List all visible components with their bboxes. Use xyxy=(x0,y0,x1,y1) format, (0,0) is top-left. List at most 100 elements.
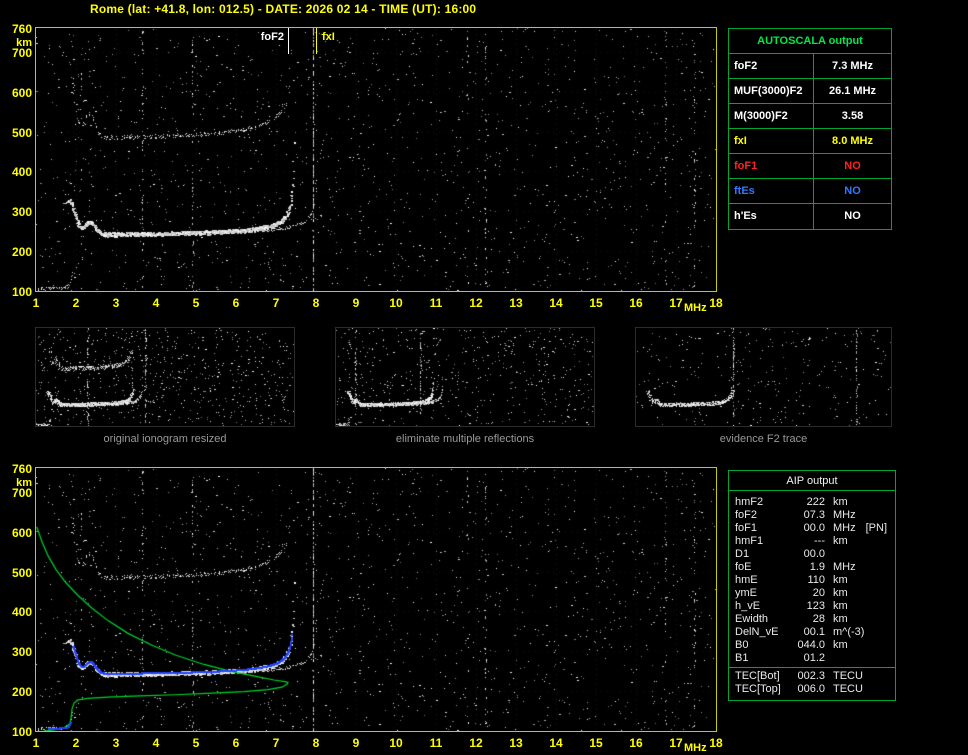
aip-value: 20 xyxy=(793,587,825,600)
x-tick-9-bottom: 9 xyxy=(345,736,367,750)
x-tick-11-top: 11 xyxy=(425,296,447,310)
thumbnail-evidence-f2 xyxy=(635,327,892,427)
autoscala-param-label: M(3000)F2 xyxy=(729,104,814,128)
x-tick-3-bottom: 3 xyxy=(105,736,127,750)
y-tick-400-top: 400 xyxy=(2,165,32,179)
aip-note: [PN] xyxy=(866,522,887,535)
x-tick-4-bottom: 4 xyxy=(145,736,167,750)
top-ionogram-canvas xyxy=(36,28,716,291)
aip-value: 28 xyxy=(793,613,825,626)
y-tick-200-top: 200 xyxy=(2,245,32,259)
x-tick-5-top: 5 xyxy=(185,296,207,310)
aip-label: D1 xyxy=(735,548,793,561)
aip-label: foF2 xyxy=(735,509,793,522)
aip-value: 1.9 xyxy=(793,561,825,574)
aip-value: 00.0 xyxy=(793,522,825,535)
autoscala-screen: Rome (lat: +41.8, lon: 012.5) - DATE: 20… xyxy=(0,0,968,755)
x-tick-12-top: 12 xyxy=(465,296,487,310)
x-tick-7-bottom: 7 xyxy=(265,736,287,750)
y-tick-300-top: 300 xyxy=(2,205,32,219)
x-tick-11-bottom: 11 xyxy=(425,736,447,750)
aip-value: 006.0 xyxy=(793,683,825,696)
aip-row-Ewidth: Ewidth28 km xyxy=(735,613,889,626)
aip-row-foF1: foF100.0 MHz [PN] xyxy=(735,522,889,535)
x-tick-15-top: 15 xyxy=(585,296,607,310)
x-tick-15-bottom: 15 xyxy=(585,736,607,750)
autoscala-row-h'Es: h'EsNO xyxy=(729,204,891,229)
fxi-marker-label: fxI xyxy=(322,31,335,43)
aip-unit: km xyxy=(833,613,848,626)
aip-row-D1: D100.0 xyxy=(735,548,889,561)
aip-label: foE xyxy=(735,561,793,574)
x-tick-2-bottom: 2 xyxy=(65,736,87,750)
y-axis-unit-bottom: km xyxy=(2,477,32,489)
x-tick-1-top: 1 xyxy=(25,296,47,310)
x-tick-13-bottom: 13 xyxy=(505,736,527,750)
aip-row-B1: B101.2 xyxy=(735,652,889,665)
autoscala-param-value: 7.3 MHz xyxy=(814,54,891,78)
x-tick-2-top: 2 xyxy=(65,296,87,310)
aip-row-hmF2: hmF2222km xyxy=(735,496,889,509)
tec-separator xyxy=(729,667,895,668)
autoscala-param-label: h'Es xyxy=(729,204,814,229)
x-tick-7-top: 7 xyxy=(265,296,287,310)
autoscala-param-label: ftEs xyxy=(729,179,814,203)
aip-row-hmF1: hmF1--- km xyxy=(735,535,889,548)
x-tick-6-bottom: 6 xyxy=(225,736,247,750)
autoscala-row-fxI: fxI8.0 MHz xyxy=(729,129,891,154)
aip-row-foF2: foF207.3MHz xyxy=(735,509,889,522)
autoscala-row-MUF(3000)F2: MUF(3000)F226.1 MHz xyxy=(729,79,891,104)
thumbnail-evidence-f2-canvas xyxy=(636,328,891,426)
x-tick-18-top: 18 xyxy=(705,296,727,310)
fxi-marker-line xyxy=(316,28,317,54)
aip-label: h_vE xyxy=(735,600,793,613)
aip-row-ymE: ymE20km xyxy=(735,587,889,600)
autoscala-param-label: foF1 xyxy=(729,154,814,178)
autoscala-row-foF2: foF27.3 MHz xyxy=(729,54,891,79)
autoscala-param-label: fxI xyxy=(729,129,814,153)
page-title: Rome (lat: +41.8, lon: 012.5) - DATE: 20… xyxy=(90,2,476,16)
aip-unit: km xyxy=(833,587,848,600)
aip-label: Ewidth xyxy=(735,613,793,626)
aip-unit: km xyxy=(833,574,848,587)
aip-value: 110 xyxy=(793,574,825,587)
aip-row-hmE: hmE110 km xyxy=(735,574,889,587)
aip-unit: MHz xyxy=(833,509,856,522)
aip-label: B0 xyxy=(735,639,793,652)
autoscala-param-value: NO xyxy=(814,204,891,229)
x-tick-12-bottom: 12 xyxy=(465,736,487,750)
aip-label: hmF1 xyxy=(735,535,793,548)
aip-unit: m^(-3) xyxy=(833,626,864,639)
x-tick-9-top: 9 xyxy=(345,296,367,310)
aip-label: TEC[Bot] xyxy=(735,670,793,683)
aip-unit: MHz xyxy=(833,522,856,535)
aip-label: hmF2 xyxy=(735,496,793,509)
aip-unit: km xyxy=(833,535,848,548)
autoscala-param-value: 26.1 MHz xyxy=(814,79,891,103)
thumbnail-caption: evidence F2 trace xyxy=(635,433,892,445)
aip-unit: km xyxy=(833,496,848,509)
autoscala-param-value: 3.58 xyxy=(814,104,891,128)
aip-row-h_vE: h_vE123km xyxy=(735,600,889,613)
thumbnail-original-resized-canvas xyxy=(36,328,294,426)
autoscala-row-foF1: foF1NO xyxy=(729,154,891,179)
aip-unit: TECU xyxy=(833,683,863,696)
x-tick-13-top: 13 xyxy=(505,296,527,310)
aip-row-B0: B0044.0km xyxy=(735,639,889,652)
aip-label: hmE xyxy=(735,574,793,587)
autoscala-param-label: MUF(3000)F2 xyxy=(729,79,814,103)
aip-label: TEC[Top] xyxy=(735,683,793,696)
aip-label: foF1 xyxy=(735,522,793,535)
x-tick-16-bottom: 16 xyxy=(625,736,647,750)
x-axis-unit-top: MHz xyxy=(684,302,707,314)
aip-value: --- xyxy=(793,535,825,548)
x-tick-8-top: 8 xyxy=(305,296,327,310)
y-tick-200-bottom: 200 xyxy=(2,685,32,699)
aip-row-foE: foE1.9MHz xyxy=(735,561,889,574)
x-tick-6-top: 6 xyxy=(225,296,247,310)
aip-unit: km xyxy=(833,600,848,613)
x-tick-5-bottom: 5 xyxy=(185,736,207,750)
aip-label: B1 xyxy=(735,652,793,665)
bottom-ionogram-plot xyxy=(35,467,717,732)
y-tick-500-bottom: 500 xyxy=(2,566,32,580)
